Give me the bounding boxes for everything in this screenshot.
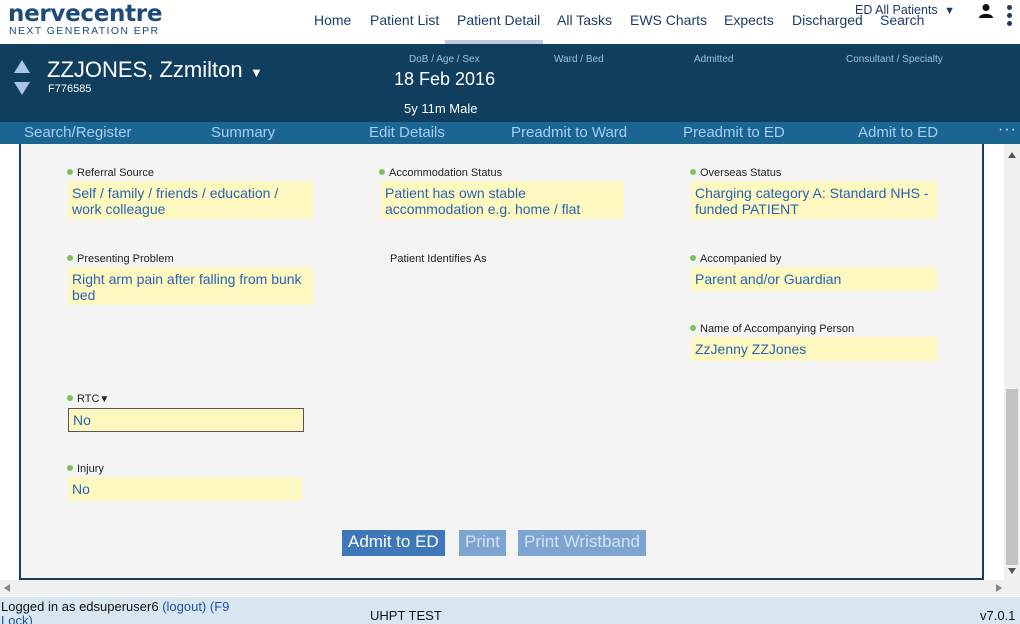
presenting-problem-label: Presenting Problem: [67, 253, 174, 265]
nav-expects[interactable]: Expects: [724, 12, 774, 28]
action-edit-details[interactable]: Edit Details: [369, 124, 445, 141]
logout-link[interactable]: (logout): [162, 599, 206, 614]
nav-discharged[interactable]: Discharged: [792, 12, 863, 28]
action-admit-ed[interactable]: Admit to ED: [858, 124, 938, 141]
scroll-down-icon[interactable]: [1008, 568, 1016, 574]
required-dot-icon: [67, 169, 73, 175]
accommodation-status-label: Accommodation Status: [379, 167, 502, 179]
presenting-problem-field[interactable]: Right arm pain after falling from bunk b…: [68, 267, 313, 305]
horizontal-scrollbar[interactable]: [0, 580, 1020, 596]
consultant-specialty-label: Consultant / Specialty: [846, 54, 943, 65]
more-actions-icon[interactable]: ···: [998, 121, 1017, 139]
required-dot-icon: [690, 325, 696, 331]
top-bar: nervecentre NEXT GENERATION EPR Home Pat…: [0, 0, 1020, 44]
admitted-label: Admitted: [694, 54, 734, 65]
required-dot-icon: [67, 255, 73, 261]
action-search-register[interactable]: Search/Register: [24, 124, 132, 141]
patient-menu-caret-icon[interactable]: ▼: [250, 65, 263, 80]
required-dot-icon: [690, 255, 696, 261]
content-area: Referral Source Self / family / friends …: [0, 144, 1020, 600]
caret-down-icon: ▼: [99, 394, 110, 405]
status-footer: Logged in as edsuperuser6 (logout) (F9 L…: [0, 597, 1020, 624]
admit-to-ed-button[interactable]: Admit to ED: [342, 530, 445, 556]
action-preadmit-ed[interactable]: Preadmit to ED: [683, 124, 785, 141]
accommodation-status-field[interactable]: Patient has own stable accommodation e.g…: [381, 181, 624, 219]
form-panel: Referral Source Self / family / friends …: [19, 144, 984, 580]
rtc-field[interactable]: No: [68, 408, 304, 432]
caret-down-icon: ▼: [944, 5, 956, 17]
referral-source-field[interactable]: Self / family / friends / education / wo…: [68, 181, 313, 219]
required-dot-icon: [67, 395, 73, 401]
version-label: v7.0.1: [980, 608, 1016, 623]
referral-source-label: Referral Source: [67, 167, 154, 179]
accompanied-by-field[interactable]: Parent and/or Guardian: [691, 267, 937, 291]
overseas-status-field[interactable]: Charging category A: Standard NHS - fund…: [691, 181, 937, 219]
patient-dob: 18 Feb 2016: [394, 69, 496, 89]
patient-identifies-as-label: Patient Identifies As: [390, 253, 487, 265]
brand-logo: nervecentre: [8, 1, 163, 27]
scroll-thumb[interactable]: [1006, 389, 1018, 565]
next-patient-icon[interactable]: [14, 82, 30, 95]
print-button[interactable]: Print: [459, 530, 506, 556]
overseas-status-label: Overseas Status: [690, 167, 781, 179]
scroll-up-icon[interactable]: [1008, 152, 1016, 158]
patient-id: F776585: [48, 83, 92, 95]
action-summary[interactable]: Summary: [211, 124, 275, 141]
required-dot-icon: [690, 169, 696, 175]
brand-tagline: NEXT GENERATION EPR: [9, 25, 160, 37]
patient-age-sex: 5y 11m Male: [404, 101, 478, 116]
ward-selector[interactable]: ED All Patients ▼: [855, 3, 955, 17]
login-status: Logged in as edsuperuser6 (logout) (F9 L…: [1, 600, 251, 624]
patient-header: ZZJONES, Zzmilton ▼ F776585 DoB / Age / …: [0, 44, 1020, 122]
accompanying-person-field[interactable]: ZzJenny ZZJones: [691, 337, 937, 361]
accompanied-by-label: Accompanied by: [690, 253, 781, 265]
nav-ews-charts[interactable]: EWS Charts: [630, 12, 707, 28]
required-dot-icon: [379, 169, 385, 175]
user-icon[interactable]: [978, 3, 994, 19]
injury-label: Injury: [67, 463, 104, 475]
scroll-right-icon[interactable]: [996, 584, 1002, 592]
ward-selector-label: ED All Patients: [855, 3, 938, 17]
previous-patient-icon[interactable]: [14, 60, 30, 73]
accompanying-person-label: Name of Accompanying Person: [690, 323, 854, 335]
nav-patient-detail[interactable]: Patient Detail: [457, 12, 540, 28]
print-wristband-button[interactable]: Print Wristband: [518, 530, 646, 556]
patient-name: ZZJONES, Zzmilton: [47, 57, 243, 82]
rtc-label[interactable]: RTC▼: [67, 393, 109, 405]
logged-in-text: Logged in as edsuperuser6: [1, 599, 159, 614]
action-bar: Search/Register Summary Edit Details Pre…: [0, 121, 1020, 144]
dob-age-sex-label: DoB / Age / Sex: [409, 54, 480, 65]
nav-all-tasks[interactable]: All Tasks: [557, 12, 612, 28]
injury-field[interactable]: No: [68, 477, 302, 501]
nav-patient-list[interactable]: Patient List: [370, 12, 439, 28]
environment-label: UHPT TEST: [370, 608, 442, 623]
ward-bed-label: Ward / Bed: [554, 54, 604, 65]
required-dot-icon: [67, 465, 73, 471]
scroll-left-icon[interactable]: [4, 584, 10, 592]
kebab-menu-icon[interactable]: [1005, 5, 1013, 31]
action-preadmit-ward[interactable]: Preadmit to Ward: [511, 124, 627, 141]
vertical-scrollbar[interactable]: [1004, 144, 1020, 580]
nav-home[interactable]: Home: [314, 12, 351, 28]
